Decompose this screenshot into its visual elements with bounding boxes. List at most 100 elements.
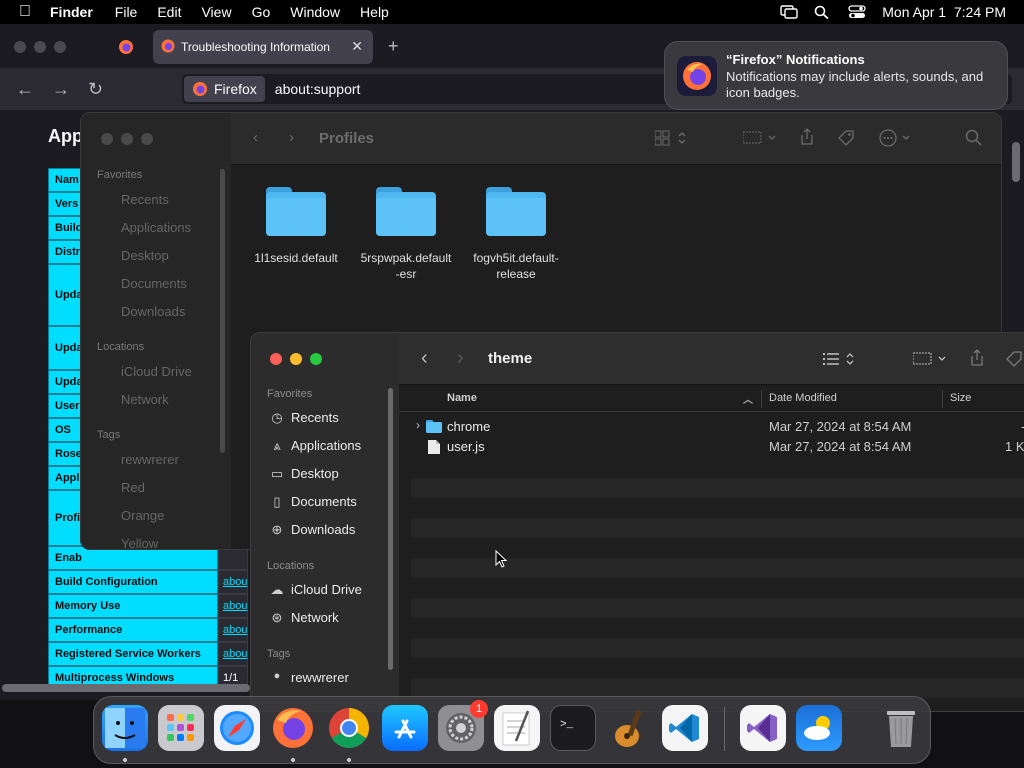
identity-label: Firefox	[214, 81, 257, 97]
sidebar-item-icloud[interactable]: iCloud Drive	[291, 582, 362, 597]
visual-studio-icon[interactable]	[740, 705, 786, 751]
column-header-date[interactable]: Date Modified	[769, 392, 837, 404]
control-center-icon[interactable]	[848, 5, 866, 19]
horizontal-scrollbar[interactable]	[2, 684, 250, 692]
zoom-window-button[interactable]	[141, 133, 153, 145]
notification-banner[interactable]: “Firefox” Notifications Notifications ma…	[664, 41, 1008, 110]
sidebar-item-downloads[interactable]: Downloads	[121, 304, 185, 319]
firefox-icon[interactable]	[270, 705, 316, 751]
close-window-button[interactable]	[14, 41, 26, 53]
sidebar-scrollbar[interactable]	[388, 388, 393, 670]
sidebar-tag-red[interactable]: Red	[121, 480, 145, 495]
screen-mirroring-icon[interactable]	[780, 5, 798, 19]
close-tab-icon[interactable]: ✕	[351, 38, 363, 55]
sidebar-tag-rewwrerer[interactable]: rewwrerer	[121, 452, 179, 467]
sidebar-scrollbar[interactable]	[220, 169, 225, 453]
sidebar-item-applications[interactable]: Applications	[291, 438, 361, 453]
page-scrollbar[interactable]	[1012, 142, 1020, 182]
sidebar-item-network[interactable]: Network	[121, 392, 169, 407]
table-link[interactable]: abou	[218, 618, 248, 642]
forward-chevron-icon[interactable]: ›	[289, 129, 294, 146]
folder-icon[interactable]	[486, 187, 546, 237]
sidebar-item-network[interactable]: Network	[291, 610, 339, 625]
close-window-button[interactable]	[270, 353, 282, 365]
sidebar-item-icloud[interactable]: iCloud Drive	[121, 364, 192, 379]
folder-label[interactable]: fogvh5it.default-release	[461, 250, 571, 282]
sidebar-tag-yellow[interactable]: Yellow	[121, 536, 158, 549]
view-grid-icon[interactable]	[654, 130, 689, 150]
table-row: Build Configuration abou	[48, 570, 248, 594]
search-icon[interactable]	[814, 5, 832, 20]
table-link[interactable]: abou	[218, 570, 248, 594]
group-icon[interactable]	[912, 351, 949, 371]
table-link[interactable]: abou	[218, 642, 248, 666]
disclosure-chevron-icon[interactable]: ›	[416, 418, 420, 432]
reload-icon[interactable]: ↻	[88, 79, 103, 100]
table-link[interactable]: abou	[218, 594, 248, 618]
zoom-window-button[interactable]	[310, 353, 322, 365]
menu-view[interactable]: View	[201, 4, 231, 20]
column-header-name[interactable]: Name	[447, 392, 477, 404]
zoom-window-button[interactable]	[54, 41, 66, 53]
group-icon[interactable]	[742, 130, 779, 150]
garageband-icon[interactable]	[606, 705, 652, 751]
sidebar-tag-orange[interactable]: Orange	[121, 508, 164, 523]
menu-help[interactable]: Help	[360, 4, 389, 20]
textedit-icon[interactable]	[494, 705, 540, 751]
folder-label[interactable]: 5rspwpak.default -esr	[351, 250, 461, 282]
menu-edit[interactable]: Edit	[157, 4, 181, 20]
tag-icon[interactable]	[1005, 350, 1023, 372]
apple-icon[interactable]: 	[14, 3, 36, 21]
weather-icon[interactable]	[796, 705, 842, 751]
minimize-window-button[interactable]	[34, 41, 46, 53]
new-tab-button[interactable]: +	[388, 36, 399, 57]
menu-window[interactable]: Window	[290, 4, 340, 20]
sidebar-tag-rewwrerer[interactable]: rewwrerer	[291, 670, 349, 685]
share-icon[interactable]	[969, 349, 985, 371]
sidebar-item-documents[interactable]: Documents	[291, 494, 357, 509]
chrome-icon[interactable]	[326, 705, 372, 751]
url-text[interactable]: about:support	[275, 81, 361, 97]
minimize-window-button[interactable]	[121, 133, 133, 145]
back-chevron-icon[interactable]: ‹	[421, 347, 428, 370]
sidebar-item-recents[interactable]: Recents	[291, 410, 339, 425]
back-arrow-icon[interactable]: ←	[16, 79, 34, 100]
forward-chevron-icon[interactable]: ›	[457, 347, 464, 370]
close-window-button[interactable]	[101, 133, 113, 145]
folder-icon[interactable]	[376, 187, 436, 237]
view-list-icon[interactable]	[823, 351, 859, 371]
sidebar-item-desktop[interactable]: Desktop	[291, 466, 339, 481]
terminal-icon[interactable]: >_	[550, 705, 596, 751]
sidebar-item-documents[interactable]: Documents	[121, 276, 187, 291]
identity-box[interactable]: Firefox	[184, 76, 265, 102]
column-header-size[interactable]: Size	[950, 392, 971, 404]
menu-app-name[interactable]: Finder	[50, 4, 93, 20]
clock[interactable]: Mon Apr 1 7:24 PM	[882, 4, 1006, 20]
firefox-pinned-tab-icon[interactable]	[118, 39, 134, 60]
list-item[interactable]: › chrome Mar 27, 2024 at 8:54 AM -	[411, 417, 1024, 437]
vscode-icon[interactable]	[662, 705, 708, 751]
share-icon[interactable]	[799, 128, 815, 150]
sidebar-item-downloads[interactable]: Downloads	[291, 522, 355, 537]
menu-go[interactable]: Go	[252, 4, 271, 20]
sidebar-item-recents[interactable]: Recents	[121, 192, 169, 207]
more-actions-icon[interactable]	[879, 129, 913, 151]
menu-file[interactable]: File	[115, 4, 138, 20]
sidebar-item-applications[interactable]: Applications	[121, 220, 191, 235]
safari-icon[interactable]	[214, 705, 260, 751]
forward-arrow-icon[interactable]: →	[52, 79, 70, 100]
list-item[interactable]: user.js Mar 27, 2024 at 8:54 AM 1 K	[411, 437, 1024, 457]
folder-icon[interactable]	[266, 187, 326, 237]
minimize-window-button[interactable]	[290, 353, 302, 365]
folder-label[interactable]: 1l1sesid.default	[241, 250, 351, 266]
launchpad-icon[interactable]	[158, 705, 204, 751]
search-icon[interactable]	[965, 129, 983, 151]
tab-troubleshooting[interactable]: Troubleshooting Information ✕	[153, 30, 373, 64]
back-chevron-icon[interactable]: ‹	[253, 129, 258, 146]
app-store-icon[interactable]	[382, 705, 428, 751]
sidebar-item-desktop[interactable]: Desktop	[121, 248, 169, 263]
finder-icon[interactable]	[102, 705, 148, 751]
trash-icon[interactable]	[878, 705, 924, 751]
tag-icon[interactable]	[837, 129, 855, 151]
sort-chevron-up-icon[interactable]: ︿	[743, 391, 753, 406]
